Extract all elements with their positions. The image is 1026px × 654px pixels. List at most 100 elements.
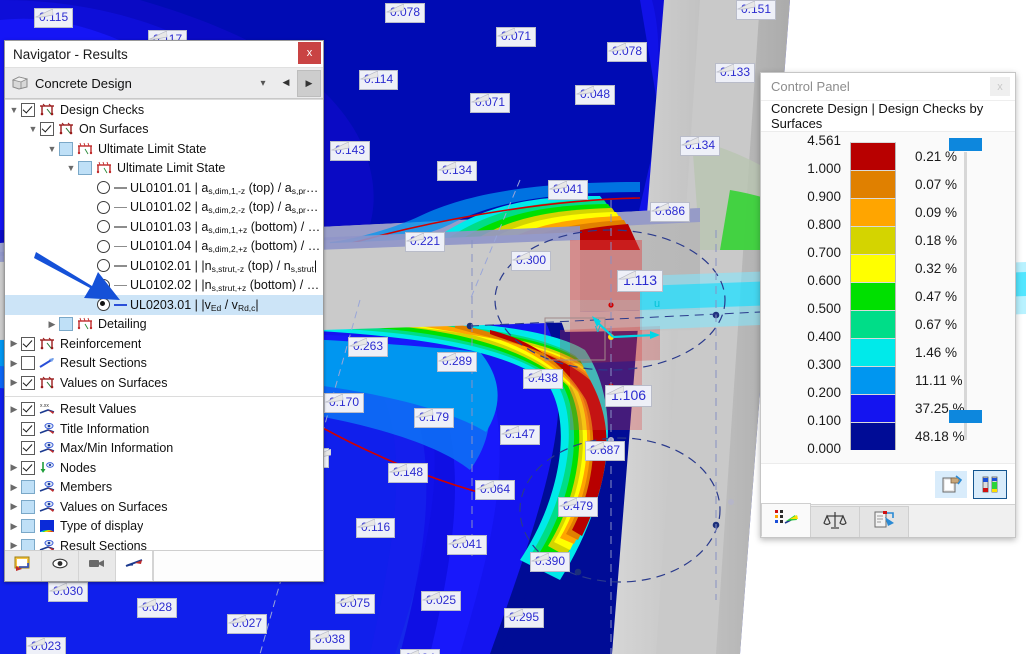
checkbox-detailing[interactable] — [59, 317, 73, 331]
chevron-right-icon[interactable]: ▶ — [7, 404, 21, 415]
legend-color-swatch[interactable] — [850, 338, 896, 366]
control-panel-close-button[interactable]: x — [990, 77, 1010, 96]
navigator-prev-button[interactable]: ◀ — [275, 70, 297, 95]
cp-tab-colorscale[interactable] — [761, 503, 811, 537]
chevron-right-icon[interactable]: ▶ — [7, 377, 21, 388]
radio-ul0101-03[interactable] — [97, 220, 110, 233]
sidebar-item-ul0102-02[interactable]: UL0102.02 | |ns,strut,+z (bottom) / ns,… — [5, 276, 323, 296]
sidebar-item-values-on-surfaces-1[interactable]: ▶Values on Surfaces — [5, 373, 323, 393]
radio-ul0102-02[interactable] — [97, 279, 110, 292]
sidebar-item-result-sections-1[interactable]: ▶Result Sections — [5, 354, 323, 374]
legend-row[interactable]: 0.4001.46 % — [761, 338, 1015, 366]
legend-color-swatch[interactable] — [850, 366, 896, 394]
sidebar-item-ul0101-01[interactable]: UL0101.01 | as,dim,1,-z (top) / as,prov,… — [5, 178, 323, 198]
legend-slider-thumb-bottom[interactable] — [949, 410, 982, 423]
legend-row[interactable]: 0.6000.47 % — [761, 282, 1015, 310]
chevron-right-icon[interactable]: ▶ — [7, 501, 21, 512]
chevron-right-icon[interactable]: ▶ — [7, 521, 21, 532]
control-panel[interactable]: Control Panel x Concrete Design | Design… — [760, 72, 1016, 538]
radio-ul0203-01[interactable] — [97, 298, 110, 311]
checkbox-max-min-information[interactable] — [21, 441, 35, 455]
navigator-tree[interactable]: ▼Design Checks▼On Surfaces ▼Ultimate Limi… — [5, 99, 323, 550]
legend-color-swatch[interactable] — [850, 282, 896, 310]
sidebar-item-design-checks[interactable]: ▼Design Checks — [5, 100, 323, 120]
sidebar-item-ul0101-02[interactable]: UL0101.02 | as,dim,2,-z (top) / as,prov,… — [5, 198, 323, 218]
legend-row[interactable]: 0.10048.18 % — [761, 422, 1015, 450]
radio-ul0101-01[interactable] — [97, 181, 110, 194]
checkbox-result-values[interactable] — [21, 402, 35, 416]
radio-ul0101-04[interactable] — [97, 240, 110, 253]
radio-ul0101-02[interactable] — [97, 201, 110, 214]
legend-row[interactable]: 0.5000.67 % — [761, 310, 1015, 338]
chevron-right-icon[interactable]: ▶ — [7, 482, 21, 493]
tab-display[interactable] — [42, 551, 79, 581]
radio-ul0102-01[interactable] — [97, 259, 110, 272]
sidebar-item-members[interactable]: ▶Members — [5, 478, 323, 498]
sidebar-item-result-sections-2[interactable]: ▶Result Sections — [5, 536, 323, 550]
chevron-right-icon[interactable]: ▶ — [7, 358, 21, 369]
tab-sections[interactable] — [116, 551, 153, 581]
legend-row[interactable]: 0.30011.11 % — [761, 366, 1015, 394]
sidebar-item-on-surfaces[interactable]: ▼On Surfaces — [5, 120, 323, 140]
legend-color-swatch[interactable] — [850, 226, 896, 254]
checkbox-ultimate-limit-state-1[interactable] — [59, 142, 73, 156]
navigator-toolbar[interactable] — [5, 550, 323, 581]
sidebar-item-ultimate-limit-state-2[interactable]: ▼Ultimate Limit State — [5, 159, 323, 179]
sidebar-item-nodes[interactable]: ▶Nodes — [5, 458, 323, 478]
checkbox-reinforcement[interactable] — [21, 337, 35, 351]
sidebar-item-ul0101-03[interactable]: UL0101.03 | as,dim,1,+z (bottom) / as,… — [5, 217, 323, 237]
chevron-right-icon[interactable]: ▶ — [45, 319, 59, 330]
chevron-down-icon[interactable]: ▼ — [26, 124, 40, 134]
legend-color-swatch[interactable] — [850, 254, 896, 282]
checkbox-on-surfaces[interactable] — [40, 122, 54, 136]
checkbox-values-on-surfaces-1[interactable] — [21, 376, 35, 390]
navigator-next-button[interactable]: ▶ — [297, 70, 321, 97]
sidebar-item-ul0203-01[interactable]: UL0203.01 | |vEd / vRd,c| — [5, 295, 323, 315]
legend-color-swatch[interactable] — [850, 422, 896, 450]
color-settings-icon[interactable] — [935, 471, 967, 498]
legend-color-swatch[interactable] — [850, 310, 896, 338]
chevron-right-icon[interactable]: ▶ — [7, 462, 21, 473]
sidebar-item-title-information[interactable]: Title Information — [5, 419, 323, 439]
sidebar-item-reinforcement[interactable]: ▶Reinforcement — [5, 334, 323, 354]
legend-row[interactable]: 0.8000.18 % — [761, 226, 1015, 254]
tab-results[interactable] — [5, 551, 42, 581]
checkbox-members[interactable] — [21, 480, 35, 494]
chevron-down-icon[interactable]: ▼ — [7, 105, 21, 115]
legend-color-swatch[interactable] — [850, 142, 896, 170]
checkbox-title-information[interactable] — [21, 422, 35, 436]
checkbox-result-sections-2[interactable] — [21, 539, 35, 550]
chevron-down-icon[interactable]: ▼ — [45, 144, 59, 154]
checkbox-type-of-display[interactable] — [21, 519, 35, 533]
sidebar-item-ul0102-01[interactable]: UL0102.01 | |ns,strut,-z (top) / ns,stru… — [5, 256, 323, 276]
checkbox-ultimate-limit-state-2[interactable] — [78, 161, 92, 175]
color-legend[interactable]: 4.5610.21 %1.0000.07 %0.9000.09 %0.8000.… — [761, 142, 1015, 450]
legend-row[interactable]: 0.9000.09 % — [761, 198, 1015, 226]
sidebar-item-values-on-surfaces-2[interactable]: ▶Values on Surfaces — [5, 497, 323, 517]
cp-tab-factors[interactable] — [810, 506, 860, 537]
sidebar-item-max-min-information[interactable]: Max/Min Information — [5, 439, 323, 459]
legend-scale-icon[interactable] — [973, 470, 1007, 499]
navigator-close-button[interactable]: x — [298, 42, 321, 64]
control-panel-icon-row[interactable] — [761, 463, 1015, 504]
sidebar-item-detailing[interactable]: ▶Detailing — [5, 315, 323, 335]
control-panel-tabs[interactable] — [761, 504, 1015, 537]
legend-slider-thumb-top[interactable] — [949, 138, 982, 151]
legend-color-swatch[interactable] — [850, 170, 896, 198]
chevron-down-icon[interactable]: ▾ — [255, 75, 271, 91]
chevron-right-icon[interactable]: ▶ — [7, 540, 21, 550]
legend-row[interactable]: 1.0000.07 % — [761, 170, 1015, 198]
navigator-category-combo[interactable]: Concrete Design ▾ ◀ ▶ — [5, 68, 323, 99]
legend-slider-track[interactable] — [964, 152, 967, 440]
legend-color-swatch[interactable] — [850, 394, 896, 422]
cp-tab-filter[interactable] — [859, 506, 909, 537]
navigator-results-panel[interactable]: Navigator - Results x Concrete Design ▾ … — [4, 40, 324, 582]
sidebar-item-result-values[interactable]: ▶x.xxResult Values — [5, 400, 323, 420]
chevron-down-icon[interactable]: ▼ — [64, 163, 78, 173]
legend-row[interactable]: 0.7000.32 % — [761, 254, 1015, 282]
legend-color-swatch[interactable] — [850, 198, 896, 226]
checkbox-values-on-surfaces-2[interactable] — [21, 500, 35, 514]
tab-camera[interactable] — [79, 551, 116, 581]
chevron-right-icon[interactable]: ▶ — [7, 338, 21, 349]
sidebar-item-ul0101-04[interactable]: UL0101.04 | as,dim,2,+z (bottom) / as,… — [5, 237, 323, 257]
